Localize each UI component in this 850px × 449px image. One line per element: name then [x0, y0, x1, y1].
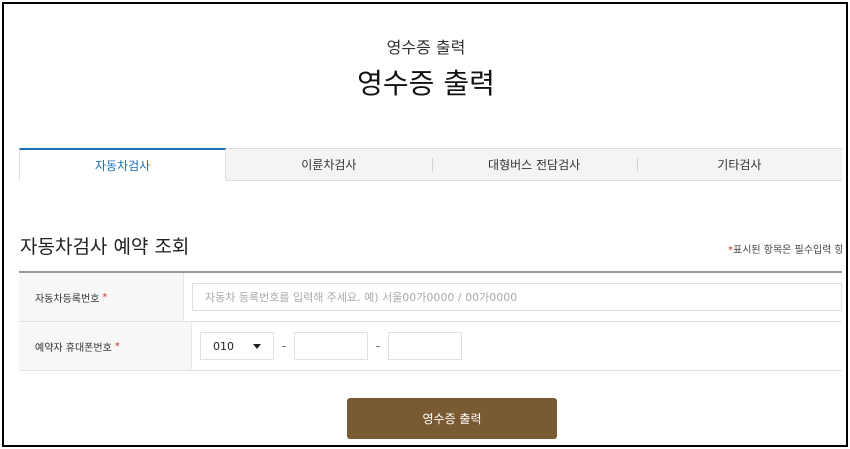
form-row-plate: 자동차등록번호 * — [19, 273, 842, 322]
phone-field-cell: 010 - - — [192, 322, 842, 370]
phone-prefix-select[interactable]: 010 — [200, 332, 274, 360]
tab-other-inspection[interactable]: 기타검사 — [636, 148, 842, 180]
page-content: 영수증 출력 영수증 출력 자동차검사 이륜차검사 대형버스 전담검사 기타검사… — [10, 10, 842, 444]
phone-dash: - — [375, 339, 381, 353]
reservation-form: 자동차등록번호* 예약자 휴대폰번호* 010 - - — [19, 271, 842, 371]
required-star: * — [114, 340, 120, 352]
phone-label-text: 예약자 휴대폰번호 — [35, 342, 112, 354]
section-title: 자동차검사 예약 조회 — [20, 236, 190, 258]
page-subtitle: 영수증 출력 — [386, 38, 466, 57]
phone-label: 예약자 휴대폰번호 * — [19, 322, 192, 370]
print-receipt-button[interactable]: 영수증 출력 — [347, 398, 557, 439]
plate-label-text: 자동차등록번호 — [35, 293, 100, 305]
plate-number-input[interactable] — [192, 283, 842, 311]
required-star: * — [102, 291, 108, 303]
tab-car-inspection[interactable]: 자동차검사 — [19, 148, 227, 181]
phone-middle-input[interactable] — [294, 332, 368, 360]
phone-dash: - — [281, 339, 287, 353]
phone-last-input[interactable] — [388, 332, 462, 360]
inspection-tabs: 자동차검사 이륜차검사 대형버스 전담검사 기타검사 — [19, 148, 842, 181]
window-frame: 영수증 출력 영수증 출력 자동차검사 이륜차검사 대형버스 전담검사 기타검사… — [2, 2, 848, 447]
form-row-phone: 예약자 휴대폰번호 * 010 - - — [19, 322, 842, 371]
plate-label: 자동차등록번호 * — [19, 273, 184, 321]
phone-prefix-value: 010 — [213, 339, 234, 353]
tab-motorcycle-inspection[interactable]: 이륜차검사 — [226, 148, 432, 180]
required-note: *표시된 항목은 필수입력 항 — [728, 241, 842, 256]
tab-large-bus-inspection[interactable]: 대형버스 전담검사 — [431, 148, 637, 180]
plate-field-cell — [184, 273, 842, 321]
chevron-down-icon — [253, 343, 261, 349]
required-note-text: 표시된 항목은 필수입력 항 — [733, 245, 842, 256]
page-title: 영수증 출력 — [357, 67, 495, 100]
